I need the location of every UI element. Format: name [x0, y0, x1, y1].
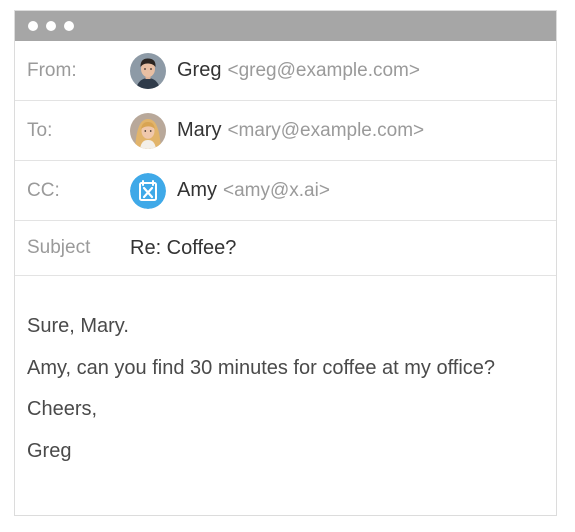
email-body[interactable]: Sure, Mary. Amy, can you find 30 minutes…: [15, 276, 556, 480]
body-line: Sure, Mary.: [27, 315, 129, 337]
body-line: Greg: [27, 439, 72, 462]
to-label: To:: [27, 119, 53, 141]
from-value[interactable]: Greg <greg@example.com>: [130, 52, 420, 89]
body-line: Amy, can you find 30 minutes for coffee …: [27, 356, 496, 379]
from-row: From: Greg <greg@example.com>: [15, 41, 556, 101]
cc-value[interactable]: Amy <amy@x.ai>: [130, 172, 330, 209]
greg-avatar: [130, 52, 166, 89]
cc-label: CC:: [27, 179, 60, 201]
email-window: From: Greg <greg@example.com> To: Mary <…: [14, 10, 557, 516]
window-titlebar: [15, 11, 556, 41]
to-value[interactable]: Mary <mary@example.com>: [130, 112, 425, 149]
cc-row: CC: Amy <amy@x.ai>: [15, 161, 556, 221]
subject-label: Subject: [27, 237, 91, 258]
to-email: <mary@example.com>: [227, 119, 425, 141]
cc-email: <amy@x.ai>: [223, 179, 330, 201]
to-row: To: Mary <mary@example.com>: [15, 101, 556, 161]
window-control-dot[interactable]: [28, 21, 38, 31]
mary-avatar: [130, 112, 166, 149]
subject-row: Subject Re: Coffee?: [15, 221, 556, 276]
window-control-dot[interactable]: [64, 21, 74, 31]
from-name: Greg: [177, 59, 222, 81]
cc-name: Amy: [177, 179, 217, 201]
x-ai-logo-icon: [130, 172, 166, 209]
window-control-dot[interactable]: [46, 21, 56, 31]
from-email: <greg@example.com>: [227, 59, 420, 81]
body-line: Cheers,: [27, 398, 98, 420]
subject-text: Re: Coffee?: [130, 236, 237, 259]
to-name: Mary: [177, 119, 222, 141]
from-label: From:: [27, 59, 77, 81]
subject-value[interactable]: Re: Coffee?: [130, 237, 236, 260]
